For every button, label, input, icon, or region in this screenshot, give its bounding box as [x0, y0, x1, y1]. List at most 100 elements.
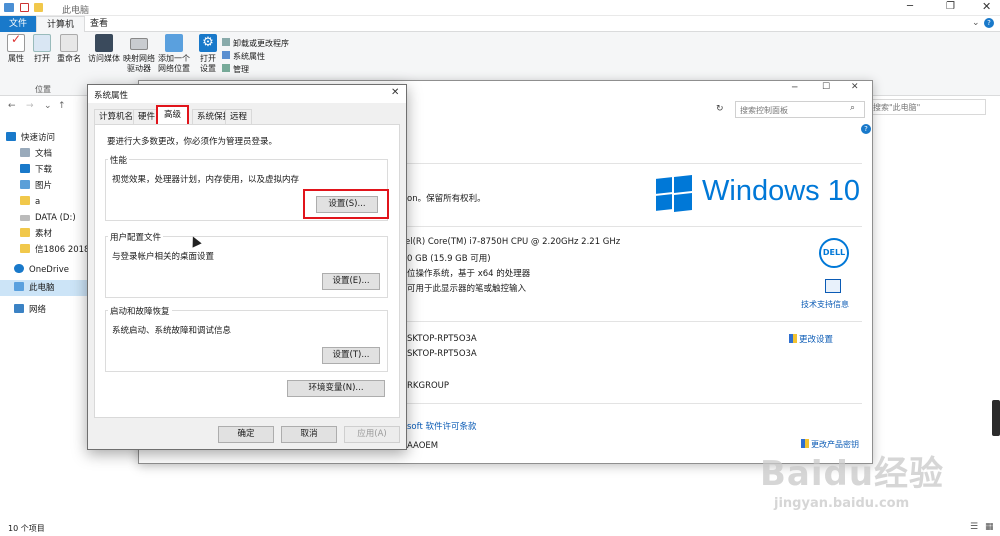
nav-label: 网络 — [29, 305, 47, 315]
explorer-search-input[interactable]: 搜索"此电脑" — [873, 102, 920, 113]
refresh-icon[interactable]: ↻ — [716, 104, 724, 114]
nav-item-data-drive[interactable]: DATA (D:) — [20, 210, 76, 226]
ok-button[interactable]: 确定 — [218, 426, 274, 443]
license-terms-link[interactable]: soft 软件许可条款 — [407, 420, 477, 432]
user-profiles-label: 用户配置文件 — [108, 231, 164, 243]
tab-advanced[interactable]: 高级 — [156, 105, 190, 126]
nav-item-quick-access[interactable]: 快速访问 — [6, 130, 55, 146]
document-icon — [20, 148, 30, 157]
nav-label: OneDrive — [29, 265, 69, 275]
open-label: 打开 — [34, 54, 50, 63]
cp-minimize-icon[interactable]: ─ — [792, 83, 797, 93]
recent-chevron-icon[interactable]: ⌄ — [44, 101, 52, 111]
open-settings-label-2: 设置 — [200, 64, 216, 73]
open-settings-label: 打开 — [200, 54, 216, 63]
dialog-close-icon[interactable]: ✕ — [391, 87, 399, 98]
manage-item[interactable]: 管理 — [222, 63, 289, 76]
baidu-watermark-url: jingyan.baidu.com — [774, 496, 910, 511]
nav-item-documents[interactable]: 文档 — [20, 146, 52, 162]
uninstall-program-item[interactable]: 卸载或更改程序 — [222, 37, 289, 50]
tiles-view-icon[interactable]: ▦ — [985, 522, 994, 532]
tab-view[interactable]: 查看 — [80, 16, 118, 32]
close-icon[interactable]: ✕ — [982, 0, 991, 13]
system-properties-dialog: 系统属性 ✕ 计算机名 硬件 高级 系统保护 远程 要进行大多数更改，你必须作为… — [87, 84, 407, 450]
change-settings-label: 更改设置 — [799, 335, 834, 345]
help-icon[interactable]: ? — [984, 18, 994, 28]
product-id-value: AAOEM — [407, 441, 439, 451]
status-bar: 10 个项目 ☰ ▦ — [0, 520, 1000, 536]
checkmark-icon: ✓ — [7, 33, 25, 52]
tab-computer-name[interactable]: 计算机名 — [94, 109, 139, 124]
download-icon — [20, 164, 30, 173]
tab-remote[interactable]: 远程 — [225, 109, 253, 124]
copyright-text: on。保留所有权利。 — [407, 194, 486, 204]
cp-maximize-icon[interactable]: ☐ — [822, 82, 830, 92]
properties-label: 属性 — [8, 54, 24, 63]
dell-logo: DELL — [819, 238, 849, 268]
nav-item-pictures[interactable]: 图片 — [20, 178, 52, 194]
quick-access-checkbox-icon[interactable] — [20, 3, 29, 12]
star-icon — [6, 132, 16, 141]
ram-value: 0 GB (15.9 GB 可用) — [407, 254, 491, 264]
nav-item-materials[interactable]: 素材 — [20, 226, 52, 242]
explorer-titlebar: 此电脑 ─ ❐ ✕ — [0, 0, 1000, 16]
nav-item-a[interactable]: a — [20, 194, 40, 210]
tab-computer[interactable]: 计算机 — [36, 16, 86, 33]
system-properties-item[interactable]: 系统属性 — [222, 50, 289, 63]
cp-search-box[interactable]: 搜索控制面板 ⌕ — [735, 101, 865, 118]
gear-icon: ⚙ — [199, 34, 217, 52]
user-profiles-settings-button[interactable]: 设置(E)... — [322, 273, 380, 290]
folder-icon — [20, 228, 30, 237]
access-media-button[interactable]: 访问媒体 — [88, 34, 120, 64]
edge-handle[interactable] — [992, 400, 1000, 436]
nav-label: 素材 — [35, 229, 53, 239]
nav-label: 下载 — [35, 165, 53, 175]
add-network-location-button[interactable]: 添加一个 网络位置 — [156, 34, 192, 74]
folder-icon[interactable] — [34, 3, 43, 12]
nav-label: 此电脑 — [29, 283, 55, 293]
system-properties-label: 系统属性 — [233, 52, 265, 61]
drive-icon — [20, 215, 30, 221]
details-view-icon[interactable]: ☰ — [970, 522, 978, 532]
pen-touch-value: 可用于此显示器的笔或触控输入 — [407, 284, 527, 294]
rename-icon — [60, 34, 78, 52]
performance-description: 视觉效果，处理器计划，内存使用，以及虚拟内存 — [112, 175, 300, 185]
nav-item-downloads[interactable]: 下载 — [20, 162, 52, 178]
properties-button[interactable]: ✓ 属性 — [4, 33, 28, 64]
monitor-icon — [165, 34, 183, 52]
nav-label: 快速访问 — [21, 133, 56, 143]
manage-icon — [222, 64, 230, 72]
environment-variables-button[interactable]: 环境变量(N)... — [287, 380, 385, 397]
tab-file[interactable]: 文件 — [0, 16, 36, 32]
maximize-icon[interactable]: ❐ — [946, 1, 955, 12]
open-icon — [33, 34, 51, 52]
map-drive-button[interactable]: 映射网络 驱动器 — [122, 34, 156, 74]
network-drive-icon — [130, 38, 148, 50]
chevron-down-icon[interactable]: ⌄ — [972, 18, 980, 28]
advanced-tab-panel: 要进行大多数更改，你必须作为管理员登录。 性能 视觉效果，处理器计划，内存使用，… — [94, 124, 400, 418]
back-arrow-icon[interactable]: ← — [8, 101, 16, 111]
cp-close-icon[interactable]: ✕ — [851, 82, 859, 92]
open-settings-button[interactable]: ⚙ 打开 设置 — [196, 34, 220, 74]
divider — [407, 163, 862, 164]
startup-recovery-group: 启动和故障恢复 系统启动、系统故障和调试信息 设置(T)... — [105, 305, 388, 372]
cancel-button[interactable]: 取消 — [281, 426, 337, 443]
change-settings-link[interactable]: 更改设置 — [789, 333, 833, 345]
system-type-value: 位操作系统，基于 x64 的处理器 — [407, 269, 531, 279]
performance-label: 性能 — [108, 154, 130, 166]
apply-button[interactable]: 应用(A) — [344, 426, 400, 443]
up-arrow-icon[interactable]: ↑ — [58, 101, 66, 111]
forward-arrow-icon[interactable]: → — [26, 101, 34, 111]
nav-item-onedrive[interactable]: OneDrive — [14, 262, 69, 278]
explorer-search-box[interactable]: 搜索"此电脑" — [860, 99, 986, 115]
rename-button[interactable]: 重命名 — [56, 34, 82, 64]
minimize-icon[interactable]: ─ — [907, 1, 913, 12]
support-info-link[interactable]: 技术支持信息 — [801, 299, 849, 310]
open-button[interactable]: 打开 — [30, 34, 54, 64]
divider — [407, 321, 862, 322]
startup-recovery-settings-button[interactable]: 设置(T)... — [322, 347, 380, 364]
performance-settings-button[interactable]: 设置(S)... — [316, 196, 378, 213]
cp-help-icon[interactable]: ? — [861, 124, 871, 134]
nav-item-network[interactable]: 网络 — [14, 302, 46, 318]
cp-search-input[interactable]: 搜索控制面板 — [740, 105, 788, 116]
